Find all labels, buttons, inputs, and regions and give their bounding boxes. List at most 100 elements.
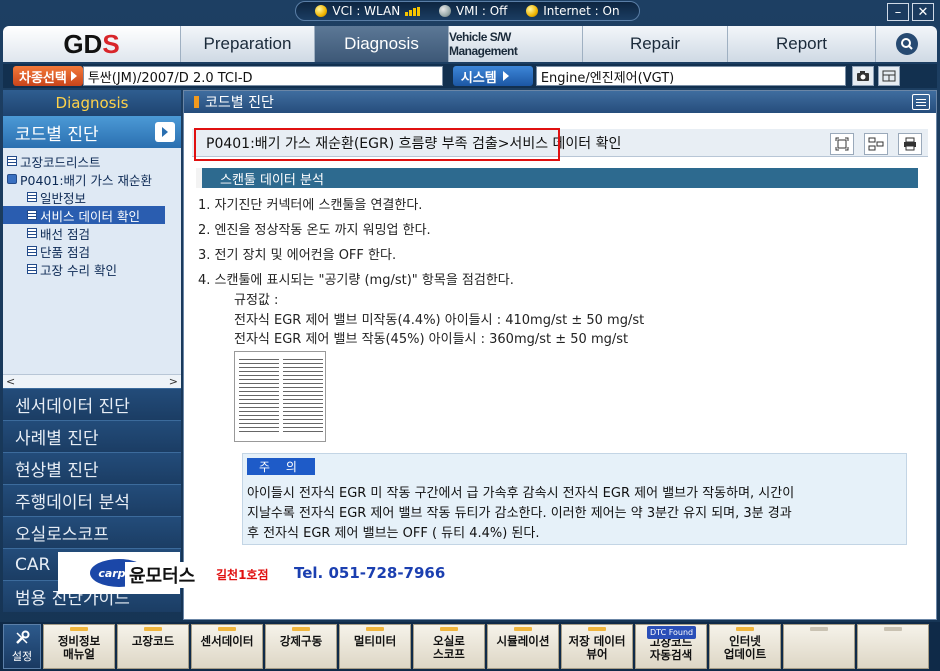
toolbar-button-simulation[interactable]: 시뮬레이션 — [487, 624, 559, 669]
category-oscilloscope[interactable]: 오실로스코프 — [3, 516, 181, 548]
tree-item-general-info[interactable]: 일반정보 — [3, 188, 181, 206]
step-3: 3. 전기 장치 및 에어컨을 OFF 한다. — [198, 248, 397, 263]
sidebar-header: Diagnosis — [3, 90, 181, 116]
menu-icon[interactable] — [912, 94, 930, 110]
scroll-right-button[interactable]: > — [169, 375, 178, 388]
thumbnail-page — [239, 356, 279, 432]
tree-item-repair-verify[interactable]: 고장 수리 확인 — [3, 260, 181, 278]
spec-line-1: 전자식 EGR 제어 밸브 미작동(4.4%) 아이들시 : 410mg/st … — [234, 313, 645, 328]
toolbar-button-data-viewer[interactable]: 저장 데이터 뷰어 — [561, 624, 633, 669]
vehicle-row: 차종선택 투싼(JM)/2007/D 2.0 TCI-D 시스템 Engine/… — [3, 64, 937, 88]
internet-indicator-icon — [526, 5, 539, 17]
layout-button[interactable] — [877, 66, 900, 86]
toolbar-button-label: 정비정보 매뉴얼 — [57, 634, 101, 661]
status-led-icon — [736, 627, 754, 631]
dtc-tree: 고장코드리스트 P0401:배기 가스 재순환 일반정보 서비스 데이터 확인 … — [3, 148, 181, 388]
caution-line: 후 전자식 EGR 제어 밸브는 OFF ( 듀티 4.4%) 된다. — [247, 526, 540, 541]
sidebar-current-category[interactable]: 코드별 진단 — [3, 116, 181, 148]
toolbar-button-empty[interactable] — [783, 624, 855, 669]
status-led-icon — [514, 627, 532, 631]
arrow-right-icon — [155, 122, 175, 142]
header-bullet-icon — [194, 96, 199, 108]
vehicle-field: 투싼(JM)/2007/D 2.0 TCI-D — [82, 66, 443, 86]
dealer-name: 윤모터스 — [125, 562, 200, 588]
main-nav: GD S Preparation Diagnosis Vehicle S/W Ma… — [3, 26, 937, 62]
tree-item-wiring-check[interactable]: 배선 점검 — [3, 224, 181, 242]
status-led-icon — [144, 627, 162, 631]
step-4: 4. 스캔툴에 표시되는 "공기량 (mg/st)" 항목을 점검한다. — [198, 273, 514, 288]
status-led-icon — [588, 627, 606, 631]
vmi-status: VMI : Off — [438, 4, 508, 18]
status-led-icon — [440, 627, 458, 631]
tab-repair[interactable]: Repair — [582, 26, 727, 62]
camera-icon — [856, 71, 869, 81]
system-field: Engine/엔진제어(VGT) — [535, 66, 846, 86]
spec-line-2: 전자식 EGR 제어 밸브 작동(45%) 아이들시 : 360mg/st ± … — [234, 332, 629, 347]
system-select-label: 시스템 — [460, 70, 497, 86]
vehicle-select-label: 차종선택 — [19, 70, 67, 86]
tree-item-p0401[interactable]: P0401:배기 가스 재순환 — [3, 170, 181, 188]
toolbar-button-label: 센서데이터 — [200, 634, 254, 648]
toolbar-button-dtc-autosearch[interactable]: DTC Found 고장코드 자동검색 — [635, 624, 707, 669]
dealer-branch: 길천1호점 — [216, 568, 269, 582]
toolbar-button-manual[interactable]: 정비정보 매뉴얼 — [43, 624, 115, 669]
folder-icon — [7, 174, 17, 184]
layout-icon — [882, 70, 896, 82]
toolbar-button-multimeter[interactable]: 멀티미터 — [339, 624, 411, 669]
tab-diagnosis[interactable]: Diagnosis — [314, 26, 448, 62]
tab-preparation[interactable]: Preparation — [180, 26, 314, 62]
dealer-phone: Tel. 051-728-7966 — [294, 564, 446, 582]
tree-item-dtc-list[interactable]: 고장코드리스트 — [3, 152, 181, 170]
tab-report[interactable]: Report — [727, 26, 875, 62]
arrow-right-icon — [502, 71, 509, 81]
toolbar-button-empty[interactable] — [857, 624, 929, 669]
tree-item-label: 단품 점검 — [40, 244, 90, 260]
tree-view-button[interactable] — [864, 133, 888, 155]
vehicle-select-button[interactable]: 차종선택 — [13, 66, 83, 86]
status-led-icon — [70, 627, 88, 631]
horizontal-scrollbar[interactable]: < > — [3, 374, 181, 388]
category-case[interactable]: 사례별 진단 — [3, 420, 181, 452]
search-button[interactable] — [875, 26, 937, 62]
status-led-icon — [218, 627, 236, 631]
panel-header: 코드별 진단 — [184, 91, 936, 113]
toolbar-button-actuation[interactable]: 강제구동 — [265, 624, 337, 669]
system-select-button[interactable]: 시스템 — [452, 66, 533, 86]
tree-view-icon — [868, 137, 884, 151]
camera-button[interactable] — [851, 66, 874, 86]
bottom-toolbar: 설정 정비정보 매뉴얼 고장코드 센서데이터 강제구동 멀티미터 오실로 스코프… — [0, 622, 940, 671]
internet-status: Internet : On — [526, 4, 620, 18]
caution-text: 아이들시 전자식 EGR 미 작동 구간에서 급 가속후 감속시 전자식 EGR… — [247, 484, 903, 544]
settings-button[interactable]: 설정 — [3, 624, 41, 669]
toolbar-button-sensor-data[interactable]: 센서데이터 — [191, 624, 263, 669]
scan-data-image[interactable] — [234, 351, 326, 442]
tree-item-component-check[interactable]: 단품 점검 — [3, 242, 181, 260]
toolbar-button-internet-update[interactable]: 인터넷 업데이트 — [709, 624, 781, 669]
toolbar-button-dtc[interactable]: 고장코드 — [117, 624, 189, 669]
close-button[interactable]: ✕ — [912, 3, 934, 21]
caution-box: 주 의 아이들시 전자식 EGR 미 작동 구간에서 급 가속후 감속시 전자식… — [242, 453, 907, 545]
search-icon — [895, 33, 918, 55]
fit-view-icon — [835, 137, 849, 151]
tree-item-service-data[interactable]: 서비스 데이터 확인 — [3, 206, 165, 224]
document-icon — [27, 228, 37, 238]
toolbar-button-oscilloscope[interactable]: 오실로 스코프 — [413, 624, 485, 669]
status-led-icon — [810, 627, 828, 631]
caution-line: 지날수록 전자식 EGR 제어 밸브 작동 듀티가 감소한다. 이러한 제어는 … — [247, 506, 792, 521]
sidebar: Diagnosis 코드별 진단 고장코드리스트 P0401:배기 가스 재순환… — [3, 90, 181, 620]
category-drive-data[interactable]: 주행데이터 분석 — [3, 484, 181, 516]
window-controls: – ✕ — [887, 3, 934, 21]
fit-view-button[interactable] — [830, 133, 854, 155]
toolbar-button-label: 저장 데이터 뷰어 — [568, 634, 626, 661]
minimize-button[interactable]: – — [887, 3, 909, 21]
tools-icon — [16, 630, 30, 644]
scroll-left-button[interactable]: < — [6, 375, 15, 388]
tab-vehicle-sw-management[interactable]: Vehicle S/W Management — [448, 26, 582, 62]
caution-line: 아이들시 전자식 EGR 미 작동 구간에서 급 가속후 감속시 전자식 EGR… — [247, 486, 795, 501]
logo-accent: S — [102, 28, 120, 59]
category-sensor-data[interactable]: 센서데이터 진단 — [3, 388, 181, 420]
print-button[interactable] — [898, 133, 922, 155]
tree-item-label: 배선 점검 — [40, 226, 90, 242]
category-symptom[interactable]: 현상별 진단 — [3, 452, 181, 484]
vmi-label: VMI : Off — [455, 4, 508, 18]
